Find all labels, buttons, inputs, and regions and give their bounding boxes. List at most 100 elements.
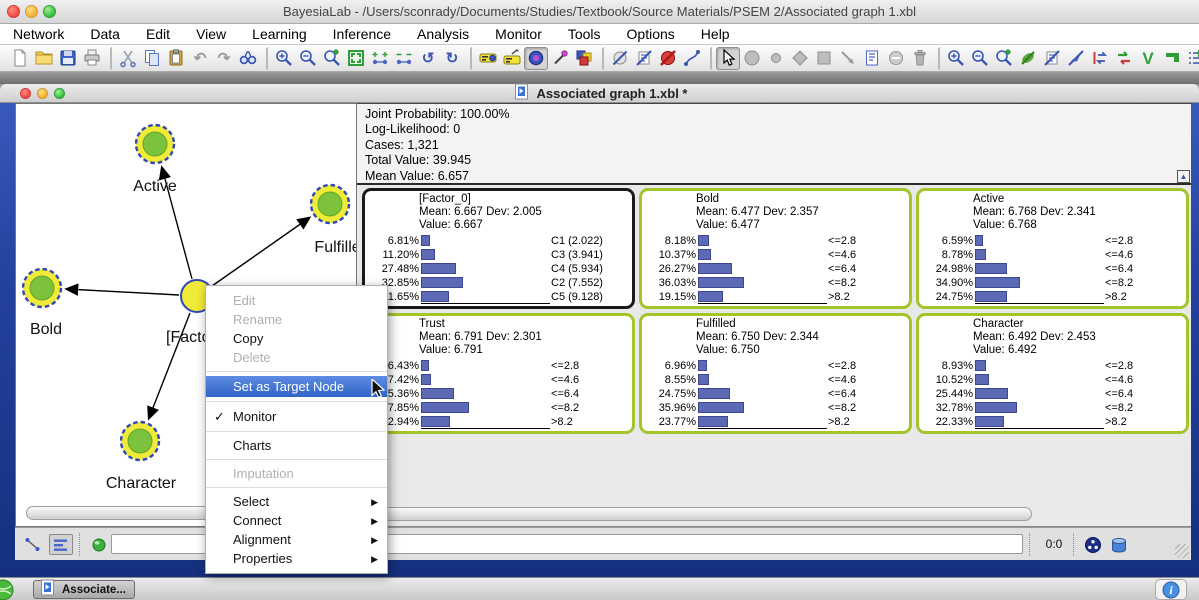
monitor-character[interactable]: CharacterMean: 6.492 Dev: 2.453Value: 6.… (916, 313, 1189, 434)
scroll-up-button[interactable]: ▲ (1177, 170, 1190, 183)
database-status-icon[interactable] (1107, 534, 1131, 555)
distribution-row[interactable]: 8.55%<=4.6 (642, 373, 909, 387)
add-arc-icon[interactable] (836, 47, 860, 70)
open-network-icon[interactable] (32, 47, 56, 70)
distribution-row[interactable]: 22.94%>8.2 (365, 415, 632, 429)
distribution-row[interactable]: 6.59%<=2.8 (919, 234, 1186, 248)
connection-mode-icon[interactable] (1160, 47, 1184, 70)
target-node-icon[interactable] (524, 47, 548, 70)
distribution-row[interactable]: 36.03%<=8.2 (642, 276, 909, 290)
monitor-horizontal-scrollbar[interactable] (362, 507, 1032, 521)
menu-tools[interactable]: Tools (555, 26, 614, 42)
doc-minimize-icon[interactable] (37, 88, 48, 99)
menu-item-connect[interactable]: Connect▶ (206, 511, 387, 530)
distribution-row[interactable]: 21.65%C5 (9.128) (365, 290, 632, 304)
menu-item-monitor[interactable]: ✓Monitor (206, 406, 387, 427)
doc-zoom-icon[interactable] (54, 88, 65, 99)
zoom-out-alt-icon[interactable] (968, 47, 992, 70)
hide-excluded-nodes-icon[interactable] (1016, 47, 1040, 70)
minimize-window-icon[interactable] (25, 5, 38, 18)
bayesialab-dock-icon[interactable] (0, 578, 15, 600)
hide-information-icon[interactable] (608, 47, 632, 70)
document-window-titlebar[interactable]: Associated graph 1.xbl * (0, 84, 1199, 103)
select-tool-icon[interactable] (716, 47, 740, 70)
distribution-row[interactable]: 6.81%C1 (2.022) (365, 234, 632, 248)
menu-inference[interactable]: Inference (320, 26, 404, 42)
node-character[interactable] (121, 422, 159, 460)
fit-to-window-icon[interactable] (344, 47, 368, 70)
distribution-row[interactable]: 27.48%C4 (5.934) (365, 262, 632, 276)
save-network-icon[interactable] (56, 47, 80, 70)
distribution-row[interactable]: 23.77%>8.2 (642, 415, 909, 429)
redo-icon[interactable]: ↷ (212, 47, 236, 70)
doc-close-icon[interactable] (20, 88, 31, 99)
menu-options[interactable]: Options (614, 26, 688, 42)
hide-comments-icon[interactable] (632, 47, 656, 70)
rotate-left-icon[interactable]: ↺ (416, 47, 440, 70)
menu-item-charts[interactable]: Charts (206, 436, 387, 455)
distribution-row[interactable]: 19.15%>8.2 (642, 290, 909, 304)
zoom-out-icon[interactable] (296, 47, 320, 70)
distribution-row[interactable]: 10.37%<=4.6 (642, 248, 909, 262)
distribution-row[interactable]: 24.98%<=6.4 (919, 262, 1186, 276)
distribution-row[interactable]: 24.75%>8.2 (919, 290, 1186, 304)
distribution-row[interactable]: 32.78%<=8.2 (919, 401, 1186, 415)
new-document-icon[interactable] (8, 47, 32, 70)
distribution-row[interactable]: 10.52%<=4.6 (919, 373, 1186, 387)
distribution-row[interactable]: 8.18%<=2.8 (642, 234, 909, 248)
menu-learning[interactable]: Learning (239, 26, 320, 42)
distribution-row[interactable]: 6.43%<=2.8 (365, 359, 632, 373)
monitor-fulfilled[interactable]: FulfilledMean: 6.750 Dev: 2.344Value: 6.… (639, 313, 912, 434)
distribution-row[interactable]: 8.93%<=2.8 (919, 359, 1186, 373)
add-small-node-icon[interactable] (764, 47, 788, 70)
menu-network[interactable]: Network (0, 26, 77, 42)
monitor-trust[interactable]: TrustMean: 6.791 Dev: 2.301Value: 6.7916… (362, 313, 635, 434)
distribution-row[interactable]: 25.36%<=6.4 (365, 387, 632, 401)
invert-arcs-icon[interactable] (1088, 47, 1112, 70)
node-fulfilled[interactable] (311, 185, 349, 223)
copy-icon[interactable] (140, 47, 164, 70)
monitor-panel-horizontal-icon[interactable] (476, 47, 500, 70)
menu-edit[interactable]: Edit (133, 26, 183, 42)
distribution-row[interactable]: 34.90%<=8.2 (919, 276, 1186, 290)
distribution-row[interactable]: 37.85%<=8.2 (365, 401, 632, 415)
menu-analysis[interactable]: Analysis (404, 26, 482, 42)
paste-icon[interactable] (164, 47, 188, 70)
distribution-row[interactable]: 8.78%<=4.6 (919, 248, 1186, 262)
menu-data[interactable]: Data (77, 26, 133, 42)
menu-monitor[interactable]: Monitor (482, 26, 555, 42)
monitor-panel-vertical-icon[interactable] (500, 47, 524, 70)
validation-mode-icon[interactable]: V (1136, 47, 1160, 70)
arc-factor-bold[interactable] (67, 289, 179, 295)
menu-item-set-as-target-node[interactable]: Set as Target Node (206, 376, 387, 397)
hide-target-icon[interactable] (656, 47, 680, 70)
rotate-right-icon[interactable]: ↻ (440, 47, 464, 70)
delete-node-icon[interactable] (884, 47, 908, 70)
resize-grip[interactable] (1175, 544, 1189, 558)
distribution-row[interactable]: 24.75%<=6.4 (642, 387, 909, 401)
distribution-row[interactable]: 26.27%<=6.4 (642, 262, 909, 276)
node-active[interactable] (136, 125, 174, 163)
add-utility-node-icon[interactable] (812, 47, 836, 70)
undo-icon[interactable]: ↶ (188, 47, 212, 70)
zoom-default-alt-icon[interactable] (992, 47, 1016, 70)
print-icon[interactable] (80, 47, 104, 70)
distribution-row[interactable]: 22.33%>8.2 (919, 415, 1186, 429)
zoom-window-icon[interactable] (43, 5, 56, 18)
menu-item-copy[interactable]: Copy (206, 329, 387, 348)
arc-creation-status-icon[interactable] (21, 534, 45, 555)
network-status-icon[interactable] (1081, 534, 1105, 555)
hide-node-comments-icon[interactable] (1040, 47, 1064, 70)
cut-icon[interactable] (116, 47, 140, 70)
menu-view[interactable]: View (183, 26, 239, 42)
distribution-row[interactable]: 35.96%<=8.2 (642, 401, 909, 415)
add-node-icon[interactable] (740, 47, 764, 70)
menu-item-select[interactable]: Select▶ (206, 492, 387, 511)
menu-item-alignment[interactable]: Alignment▶ (206, 530, 387, 549)
expand-graph-icon[interactable] (368, 47, 392, 70)
close-window-icon[interactable] (7, 5, 20, 18)
window-taskbar-button[interactable]: Associate... (33, 580, 135, 599)
zoom-default-icon[interactable] (320, 47, 344, 70)
arc-forces-icon[interactable] (1112, 47, 1136, 70)
add-comment-icon[interactable] (860, 47, 884, 70)
